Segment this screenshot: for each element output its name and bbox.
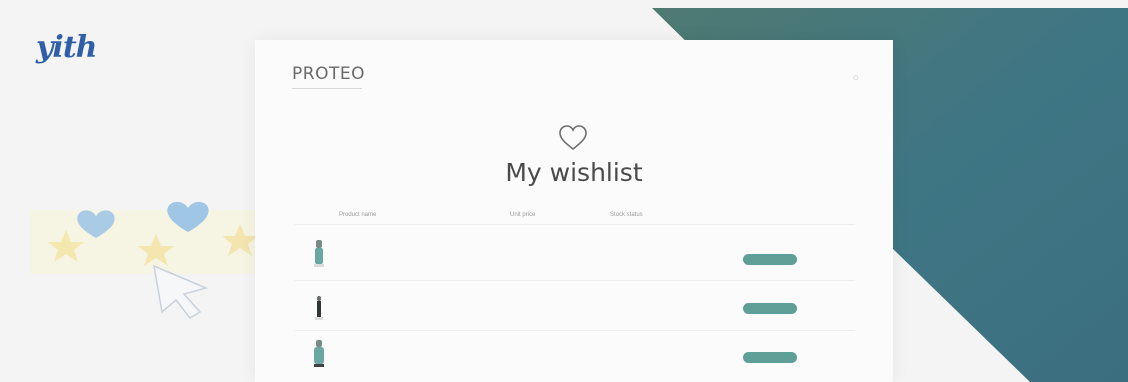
column-header-product: Product name: [339, 212, 377, 218]
decorative-illustration: [30, 201, 270, 319]
add-to-cart-button[interactable]: [743, 303, 797, 314]
brand-underline: [292, 88, 362, 89]
yith-logo: yith: [36, 30, 97, 65]
column-header-stock: Stock status: [610, 212, 643, 218]
row-divider: [295, 280, 855, 281]
wishlist-page-mockup: PROTEO ○ My wishlist Product name Unit p…: [255, 40, 893, 382]
column-header-price: Unit price: [510, 212, 536, 218]
header-divider: [295, 224, 855, 225]
add-to-cart-button[interactable]: [743, 352, 797, 363]
store-brand[interactable]: PROTEO: [292, 64, 365, 84]
heart-icon: [559, 125, 587, 151]
row-divider: [295, 330, 855, 331]
product-thumbnail[interactable]: [312, 292, 326, 322]
account-icon[interactable]: ○: [852, 72, 859, 84]
add-to-cart-button[interactable]: [743, 254, 797, 265]
page-title: My wishlist: [505, 158, 643, 187]
product-thumbnail[interactable]: [312, 238, 326, 268]
product-thumbnail[interactable]: [312, 338, 326, 368]
